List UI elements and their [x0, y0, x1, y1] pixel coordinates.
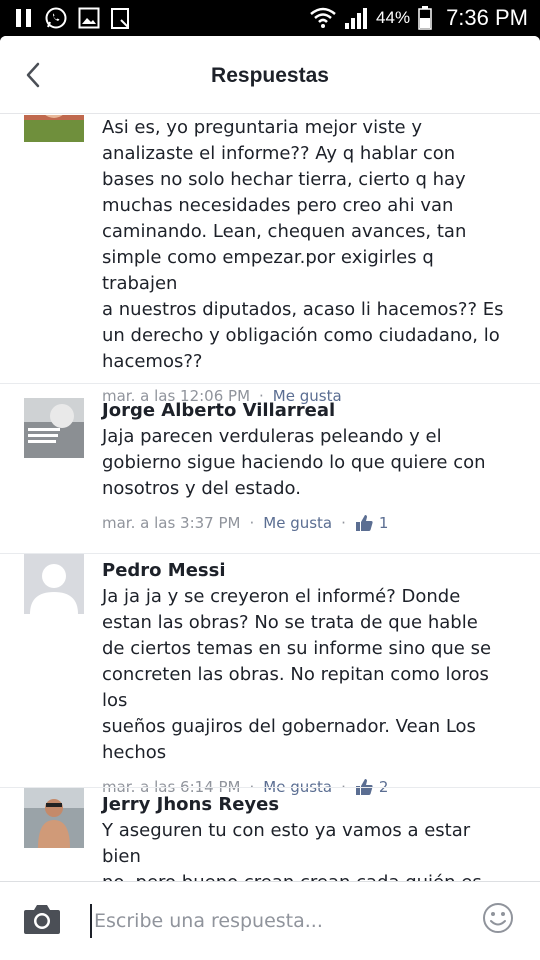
reply-input[interactable] — [90, 904, 460, 938]
commenter-name[interactable]: Jorge Alberto Villarreal — [102, 398, 512, 424]
battery-percent: 44% — [376, 8, 411, 27]
reply-composer — [0, 881, 540, 960]
divider — [0, 383, 540, 384]
comment-list[interactable]: Asi es, yo preguntaria mejor viste y ana… — [0, 115, 540, 881]
clock: 7:36 PM — [446, 5, 528, 30]
avatar[interactable] — [24, 115, 84, 142]
thumbs-up-icon — [355, 515, 373, 531]
separator-dot: · — [341, 514, 346, 532]
gallery-icon — [78, 7, 100, 29]
whatsapp-icon — [45, 7, 67, 29]
comment-text: Ja ja ja y se creyeron el informé? Donde… — [102, 586, 492, 763]
separator-dot: · — [249, 514, 255, 532]
avatar[interactable] — [24, 554, 84, 614]
camera-button[interactable] — [22, 902, 62, 938]
commenter-name[interactable]: Jerry Jhons Reyes — [102, 792, 512, 818]
wifi-icon — [310, 7, 336, 28]
header: Respuestas — [0, 36, 540, 114]
comment-text: Asi es, yo preguntaria mejor viste y ana… — [102, 117, 504, 372]
emoji-button[interactable] — [482, 902, 514, 934]
comment-text: Jaja parecen verduleras peleando y el go… — [102, 426, 486, 499]
pause-icon — [16, 9, 31, 27]
comment-text: Y aseguren tu con esto ya vamos a estar … — [102, 820, 482, 881]
clipboard-icon — [111, 8, 129, 29]
like-count-value: 1 — [378, 514, 389, 532]
comment-meta: mar. a las 3:37 PM · Me gusta · 1 — [102, 510, 512, 536]
smiley-icon — [483, 903, 513, 933]
status-bar: 44% 7:36 PM — [0, 0, 540, 36]
replies-screen: Respuestas Asi es, yo preguntaria mejor … — [0, 36, 540, 960]
like-button[interactable]: Me gusta — [263, 514, 332, 532]
battery-icon — [418, 6, 432, 30]
like-count[interactable]: 1 — [355, 514, 389, 532]
comment-time[interactable]: mar. a las 3:37 PM — [102, 514, 240, 532]
avatar[interactable] — [24, 788, 84, 848]
camera-icon — [24, 905, 60, 934]
avatar[interactable] — [24, 398, 84, 458]
page-title: Respuestas — [211, 64, 329, 87]
commenter-name[interactable]: Pedro Messi — [102, 558, 512, 584]
signal-icon — [345, 8, 368, 29]
